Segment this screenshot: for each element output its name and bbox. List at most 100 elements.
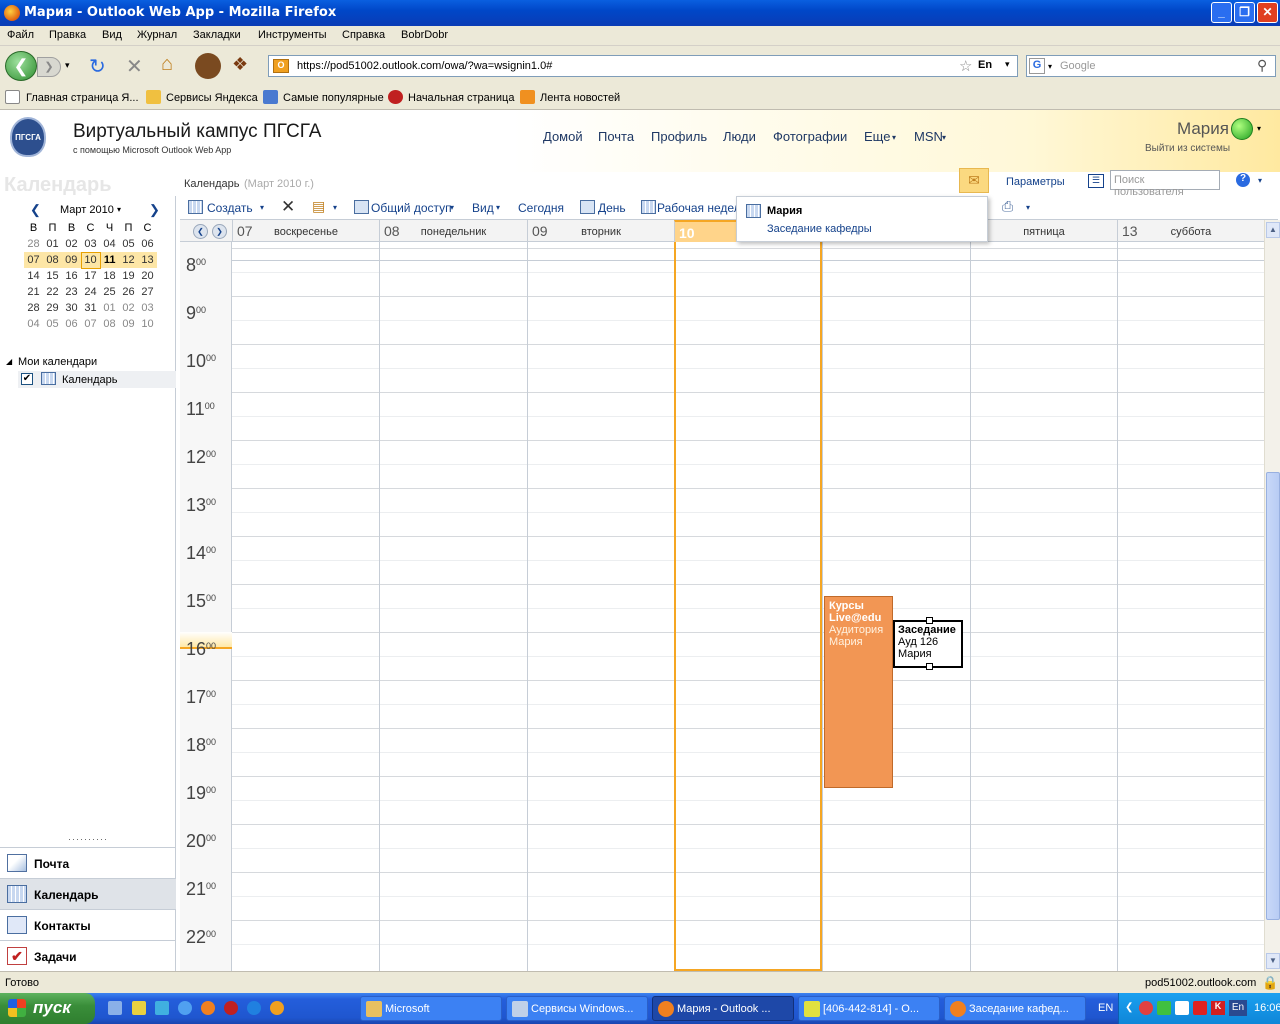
view-button[interactable]: Вид [472, 201, 494, 215]
create-button[interactable]: Создать [207, 201, 253, 215]
history-dropdown-icon[interactable]: ▾ [65, 60, 70, 71]
mini-calendar-day[interactable]: 09 [62, 252, 81, 268]
day-header[interactable]: 07 воскресенье [232, 220, 379, 242]
mini-calendar-day[interactable]: 10 [80, 251, 101, 269]
menu-bobrdobr[interactable]: BobrDobr [401, 29, 448, 41]
menu-history[interactable]: Журнал [137, 29, 177, 41]
tray-k-icon[interactable]: K [1211, 1001, 1225, 1015]
taskbar-item[interactable]: Microsoft [360, 996, 502, 1021]
home-icon[interactable]: ⌂ [161, 53, 173, 76]
scroll-down-icon[interactable]: ▼ [1266, 953, 1280, 969]
start-button[interactable]: пуск [0, 993, 95, 1024]
mini-calendar-day[interactable]: 26 [119, 284, 138, 300]
bookmark-start-page[interactable]: Начальная страница [408, 92, 514, 104]
language-bar[interactable]: EN [1098, 1002, 1113, 1014]
mini-calendar-day[interactable]: 19 [119, 268, 138, 284]
search-bar[interactable]: G ▾ Google ⚲ [1026, 55, 1276, 77]
mini-calendar-day[interactable]: 03 [81, 236, 100, 252]
new-message-notification-icon[interactable]: ✉ [959, 168, 989, 193]
mini-calendar-day[interactable]: 24 [81, 284, 100, 300]
menu-tools[interactable]: Инструменты [258, 29, 327, 41]
tray-language[interactable]: En [1229, 1000, 1247, 1016]
mini-calendar-day[interactable]: 07 [24, 252, 43, 268]
menu-help[interactable]: Справка [342, 29, 385, 41]
calendar-list-item[interactable]: ✔ Календарь [18, 371, 176, 388]
mini-calendar-day[interactable]: 28 [24, 300, 43, 316]
mini-calendar-day[interactable]: 17 [81, 268, 100, 284]
bookmark-yandex-services[interactable]: Сервисы Яндекса [166, 92, 258, 104]
prev-month-icon[interactable]: ❮ [30, 202, 41, 218]
day-header[interactable]: 09 вторник [527, 220, 674, 242]
close-button[interactable]: ✕ [1257, 2, 1278, 23]
mini-calendar-day[interactable]: 12 [119, 252, 138, 268]
taskbar-item[interactable]: Сервисы Windows... [506, 996, 648, 1021]
next-week-icon[interactable]: ❯ [212, 224, 227, 239]
mini-calendar-day[interactable]: 09 [119, 316, 138, 332]
nav-more[interactable]: Еще [864, 129, 890, 144]
day-header[interactable]: 08 понедельник [379, 220, 527, 242]
mini-calendar-day[interactable]: 04 [100, 236, 119, 252]
mini-calendar-day[interactable]: 25 [100, 284, 119, 300]
tray-icon[interactable] [1193, 1001, 1207, 1015]
share-button[interactable]: Общий доступ [371, 201, 452, 215]
event-reminder-popup[interactable]: Мария Заседание кафедры [736, 196, 988, 242]
mini-calendar-day[interactable]: 08 [43, 252, 62, 268]
calendar-event[interactable]: Курсы Live@edu Аудитория Мария [824, 596, 893, 788]
mini-calendar-day[interactable]: 27 [138, 284, 157, 300]
print-icon[interactable]: ⎙ [1002, 198, 1013, 215]
taskbar-item[interactable]: Заседание кафед... [944, 996, 1086, 1021]
today-button[interactable]: Сегодня [518, 201, 564, 215]
options-link[interactable]: Параметры [1006, 176, 1065, 188]
next-month-icon[interactable]: ❯ [149, 202, 160, 218]
menu-view[interactable]: Вид [102, 29, 122, 41]
mini-calendar-day[interactable]: 29 [43, 300, 62, 316]
mini-calendar-day[interactable]: 11 [100, 252, 119, 268]
module-tasks[interactable]: ✔ Задачи [0, 940, 176, 971]
url-dropdown-icon[interactable]: ▾ [1005, 59, 1010, 70]
popup-subject-link[interactable]: Заседание кафедры [767, 223, 872, 235]
tray-icon[interactable] [1157, 1001, 1171, 1015]
presence-status-icon[interactable] [1231, 118, 1253, 140]
stop-icon[interactable]: ✕ [126, 54, 143, 79]
back-button[interactable]: ❮ [5, 51, 37, 81]
module-calendar[interactable]: Календарь [0, 878, 176, 909]
mini-calendar-day[interactable]: 02 [119, 300, 138, 316]
mini-calendar-day[interactable]: 21 [24, 284, 43, 300]
nav-msn[interactable]: MSN [914, 129, 943, 144]
calendar-grid[interactable]: 800 900 1000 1100 1200 1300 1400 1500 1600 1700 18… [180, 242, 1264, 971]
minimize-button[interactable]: _ [1211, 2, 1232, 23]
quicklaunch-icon[interactable] [132, 1001, 146, 1015]
google-icon[interactable]: G [1029, 58, 1045, 74]
menu-edit[interactable]: Правка [49, 29, 86, 41]
nav-home[interactable]: Домой [543, 129, 583, 144]
mini-calendar-day[interactable]: 30 [62, 300, 81, 316]
tray-expand-icon[interactable]: ❮ [1125, 1002, 1133, 1013]
delete-icon[interactable]: ✕ [281, 197, 295, 217]
resize-handle-top[interactable] [926, 617, 933, 624]
mini-calendar-day[interactable]: 18 [100, 268, 119, 284]
resize-handle-bottom[interactable] [926, 663, 933, 670]
mini-calendar-day[interactable]: 06 [62, 316, 81, 332]
prev-week-icon[interactable]: ❮ [193, 224, 208, 239]
collapse-icon[interactable]: ◢ [6, 357, 12, 366]
mini-calendar-day[interactable]: 01 [43, 236, 62, 252]
nav-people[interactable]: Люди [723, 129, 756, 144]
ie-quicklaunch-icon[interactable] [247, 1001, 261, 1015]
mini-calendar-day[interactable]: 02 [62, 236, 81, 252]
mini-calendar-day[interactable]: 05 [119, 236, 138, 252]
bookmark-news[interactable]: Лента новостей [540, 92, 620, 104]
forward-button[interactable]: ❯ [37, 57, 61, 77]
mini-calendar-day[interactable]: 31 [81, 300, 100, 316]
mini-calendar-day[interactable]: 14 [24, 268, 43, 284]
maximize-button[interactable]: ❐ [1234, 2, 1255, 23]
user-name[interactable]: Мария [1177, 119, 1229, 139]
mini-calendar-day[interactable]: 20 [138, 268, 157, 284]
address-book-icon[interactable]: ☰ [1088, 174, 1104, 188]
firefox-quicklaunch-icon[interactable] [201, 1001, 215, 1015]
mini-calendar-day[interactable]: 22 [43, 284, 62, 300]
move-dropdown-icon[interactable]: ▾ [333, 203, 337, 212]
nav-profile[interactable]: Профиль [651, 129, 707, 144]
search-users-input[interactable]: Поиск пользователя [1110, 170, 1220, 198]
user-dropdown-icon[interactable]: ▾ [1257, 124, 1261, 133]
mini-calendar-day[interactable]: 15 [43, 268, 62, 284]
